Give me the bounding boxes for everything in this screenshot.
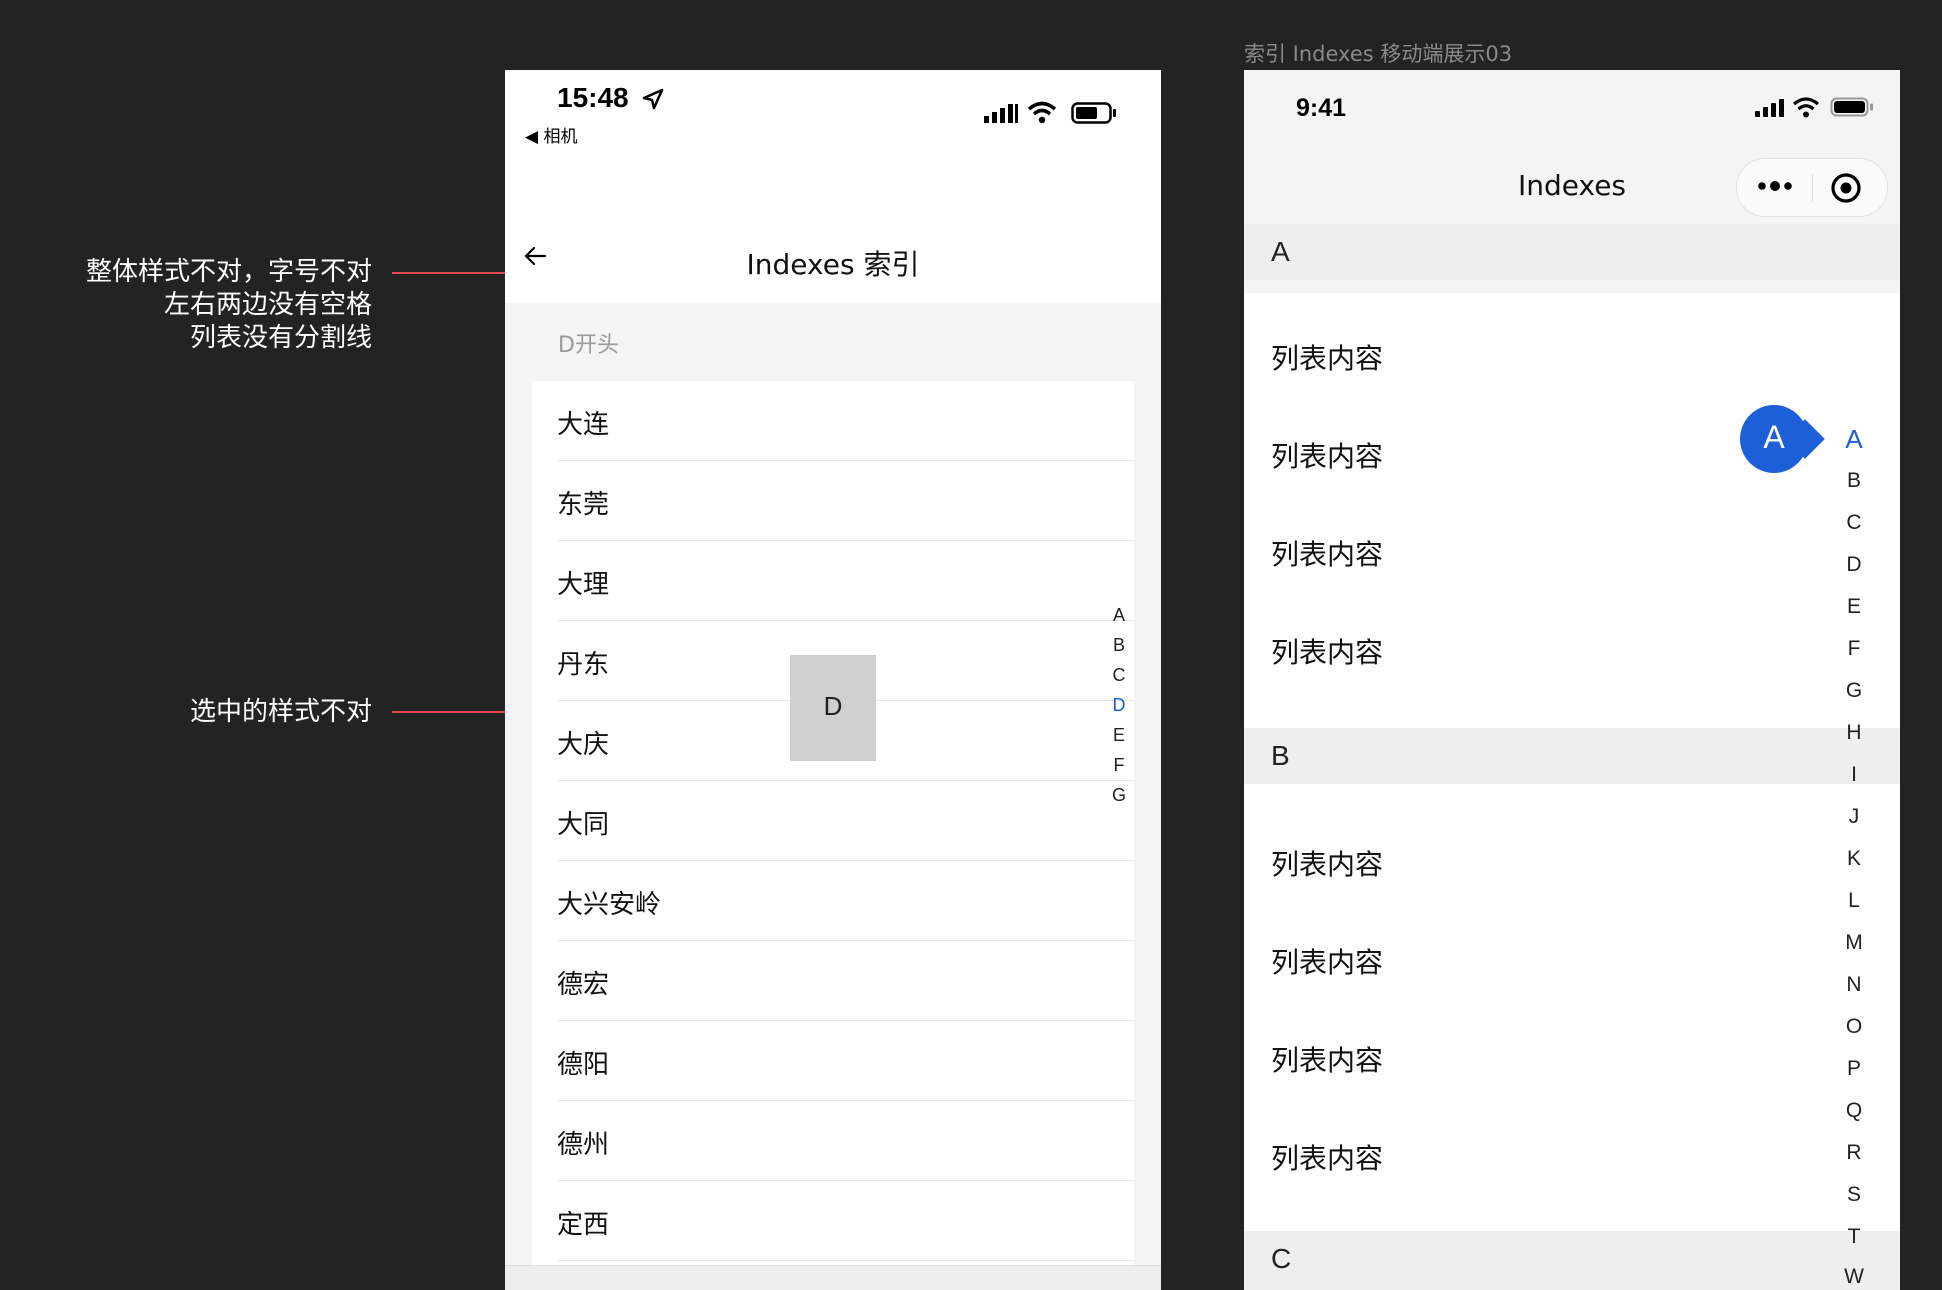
- index-letter-b[interactable]: B: [1838, 469, 1870, 493]
- list-item-label: 大理: [557, 570, 610, 600]
- capsule-divider: [1812, 174, 1813, 201]
- list-item[interactable]: 德州: [532, 1101, 1134, 1181]
- page-title: Indexes 索引: [746, 248, 920, 281]
- index-letter-b[interactable]: B: [1107, 635, 1131, 656]
- more-dots-icon[interactable]: [1757, 179, 1793, 193]
- section-header-b: B: [1244, 728, 1900, 784]
- list-item[interactable]: 列表内容: [1271, 337, 1383, 377]
- status-time: 9:41: [1296, 94, 1347, 122]
- annotation-line: 左右两边没有空格: [163, 290, 372, 320]
- index-letter-e[interactable]: E: [1107, 725, 1131, 746]
- list-item-label: 德阳: [557, 1050, 610, 1080]
- index-letter-t[interactable]: T: [1838, 1225, 1870, 1249]
- index-letter-d[interactable]: D: [1838, 553, 1870, 577]
- section-title: D开头: [558, 333, 619, 358]
- list-item[interactable]: 德宏: [532, 941, 1134, 1021]
- index-letter-p[interactable]: P: [1838, 1057, 1870, 1081]
- list-item[interactable]: 列表内容: [1271, 1137, 1383, 1177]
- annotation-style-issues: 整体样式不对，字号不对 左右两边没有空格 列表没有分割线: [40, 256, 372, 355]
- wifi-icon: [1027, 101, 1057, 124]
- frame-label: 索引 Indexes 移动端展示03: [1244, 42, 1513, 66]
- index-bubble: A: [1740, 405, 1808, 473]
- list-item[interactable]: 大兴安岭: [532, 861, 1134, 941]
- index-letter-r[interactable]: R: [1838, 1141, 1870, 1165]
- annotation-line: 列表没有分割线: [189, 323, 372, 353]
- index-letter-j[interactable]: J: [1838, 805, 1870, 829]
- index-letter-c[interactable]: C: [1107, 665, 1131, 686]
- status-bar: 15:48 ◀ 相机: [505, 70, 1161, 165]
- list-item[interactable]: 列表内容: [1271, 631, 1383, 671]
- signal-icon: [1755, 99, 1784, 117]
- index-letter-n[interactable]: N: [1838, 973, 1870, 997]
- index-letter-g[interactable]: G: [1838, 679, 1870, 703]
- index-letter-d[interactable]: D: [1107, 695, 1131, 716]
- list-item[interactable]: 列表内容: [1271, 533, 1383, 573]
- location-arrow-icon: [642, 88, 664, 110]
- navigation-bar: Indexes 索引: [505, 165, 1161, 303]
- battery-icon: [1071, 102, 1116, 124]
- wifi-icon: [1792, 97, 1820, 118]
- list-item-label: 定西: [557, 1210, 610, 1240]
- index-toast-letter: D: [823, 691, 843, 721]
- signal-icon: [984, 104, 1018, 123]
- list-item-label: 大庆: [557, 730, 610, 760]
- index-letter-i[interactable]: I: [1838, 763, 1870, 787]
- list-item-label: 德州: [557, 1130, 610, 1160]
- section-title: C: [1271, 1243, 1292, 1274]
- section-title: B: [1271, 740, 1290, 771]
- list-item-label: 东莞: [557, 490, 610, 520]
- list-item-label: 大同: [557, 810, 610, 840]
- list-item[interactable]: 列表内容: [1271, 435, 1383, 475]
- index-letter-e[interactable]: E: [1838, 595, 1870, 619]
- list-item[interactable]: 列表内容: [1271, 1039, 1383, 1079]
- index-letter-f[interactable]: F: [1107, 755, 1131, 776]
- index-letter-w[interactable]: W: [1838, 1265, 1870, 1289]
- list-item[interactable]: 大连: [532, 381, 1134, 461]
- index-bubble-letter: A: [1763, 419, 1785, 455]
- list-item[interactable]: 德阳: [532, 1021, 1134, 1101]
- section-header-a: A: [1244, 224, 1900, 280]
- status-bar: 9:41: [1244, 70, 1900, 138]
- index-letter-g[interactable]: G: [1107, 785, 1131, 806]
- index-letter-m[interactable]: M: [1838, 931, 1870, 955]
- index-letter-k[interactable]: K: [1838, 847, 1870, 871]
- index-toast: D: [790, 655, 876, 761]
- index-letter-a[interactable]: A: [1838, 424, 1870, 455]
- section-header: D开头: [505, 303, 1161, 381]
- section-title: A: [1271, 236, 1290, 267]
- index-letter-f[interactable]: F: [1838, 637, 1870, 661]
- index-letter-s[interactable]: S: [1838, 1183, 1870, 1207]
- list-item-label: 丹东: [557, 650, 610, 680]
- list-item[interactable]: 大同: [532, 781, 1134, 861]
- list-item-label: 德宏: [557, 970, 610, 1000]
- index-letter-c[interactable]: C: [1838, 511, 1870, 535]
- bottom-bar-edge: [505, 1265, 1161, 1290]
- index-letter-a[interactable]: A: [1107, 605, 1131, 626]
- list-item[interactable]: 列表内容: [1271, 843, 1383, 883]
- annotation-selected-style: 选中的样式不对: [189, 697, 372, 727]
- index-letter-h[interactable]: H: [1838, 721, 1870, 745]
- status-time: 15:48: [557, 82, 629, 113]
- close-miniprogram-icon[interactable]: [1829, 171, 1863, 205]
- back-to-app-link[interactable]: ◀ 相机: [525, 122, 577, 147]
- left-phone-screen: 15:48 ◀ 相机 Indexes 索引 D开头 大连 东莞 大理 丹东 大庆…: [505, 70, 1161, 1290]
- section-header-c: C: [1244, 1231, 1900, 1290]
- miniprogram-capsule: [1736, 158, 1888, 217]
- index-letter-q[interactable]: Q: [1838, 1099, 1870, 1123]
- city-list: 大连 东莞 大理 丹东 大庆 大同 大兴安岭 德宏 德阳 德州 定西 迪庆: [532, 381, 1134, 1290]
- annotation-line: 整体样式不对，字号不对: [85, 257, 372, 287]
- battery-icon: [1830, 97, 1873, 117]
- list-item[interactable]: 东莞: [532, 461, 1134, 541]
- right-phone-screen: 9:41 Indexes A 列表内容 列表内容 列表内容 列表内容 B 列表内…: [1244, 70, 1900, 1290]
- index-letter-o[interactable]: O: [1838, 1015, 1870, 1039]
- index-letter-l[interactable]: L: [1838, 889, 1870, 913]
- list-item[interactable]: 定西: [532, 1181, 1134, 1261]
- list-item-label: 大连: [557, 410, 610, 440]
- list-item-label: 大兴安岭: [557, 890, 662, 920]
- list-item[interactable]: 列表内容: [1271, 941, 1383, 981]
- list-item[interactable]: 大理: [532, 541, 1134, 621]
